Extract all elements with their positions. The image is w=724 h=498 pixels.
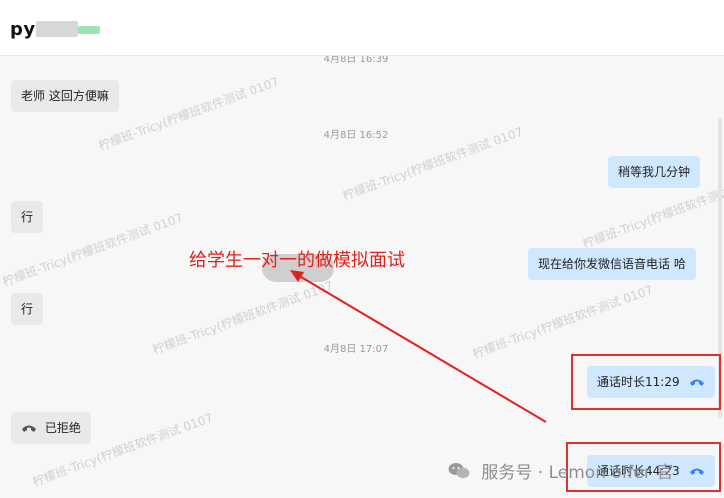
message-timestamp: 4月8日 17:07 [323, 344, 389, 355]
account-watermark: 服务号 · Lemon offer 官 [448, 458, 673, 485]
outgoing-message[interactable]: 现在给你发微信语音电话 哈 [528, 248, 696, 280]
wechat-icon [448, 462, 470, 485]
watermark-text: 柠檬班-Tricy(柠檬班软件测试 0107 [96, 74, 281, 154]
chat-message-area[interactable]: 柠檬班-Tricy(柠檬班软件测试 0107 柠檬班-Tricy(柠檬班软件测试… [0, 56, 724, 498]
message-timestamp: 4月8日 16:52 [323, 130, 389, 141]
message-text: 已拒绝 [44, 421, 81, 435]
outgoing-message[interactable]: 稍等我几分钟 [608, 156, 701, 188]
message-text: 老师 这回方便嘛 [21, 89, 109, 103]
highlight-box [571, 354, 721, 410]
watermark-text: 柠檬班-Tricy(柠檬班软件测试 0107 [470, 282, 655, 362]
watermark-text: 柠檬班-Tricy(柠檬班软件测试 0107 [150, 278, 335, 358]
message-text: 现在给你发微信语音电话 哈 [538, 257, 686, 271]
incoming-message[interactable]: 行 [11, 293, 44, 325]
account-name: 服务号 · Lemon offer 官 [481, 463, 674, 483]
incoming-message[interactable]: 行 [11, 201, 44, 233]
redacted-name-block-green [78, 26, 100, 34]
message-text: 稍等我几分钟 [618, 165, 691, 179]
redacted-name-block [36, 21, 78, 37]
contact-name[interactable]: py [10, 19, 36, 40]
declined-call-message[interactable]: 已拒绝 [11, 412, 91, 444]
chat-header: py [0, 0, 724, 56]
annotation-label: 给学生一对一的做模拟面试 [189, 250, 405, 271]
message-text: 行 [21, 210, 34, 224]
message-text: 行 [21, 302, 34, 316]
message-timestamp: 4月8日 16:39 [323, 56, 389, 65]
phone-declined-icon [21, 413, 37, 445]
incoming-message[interactable]: 老师 这回方便嘛 [11, 80, 119, 112]
